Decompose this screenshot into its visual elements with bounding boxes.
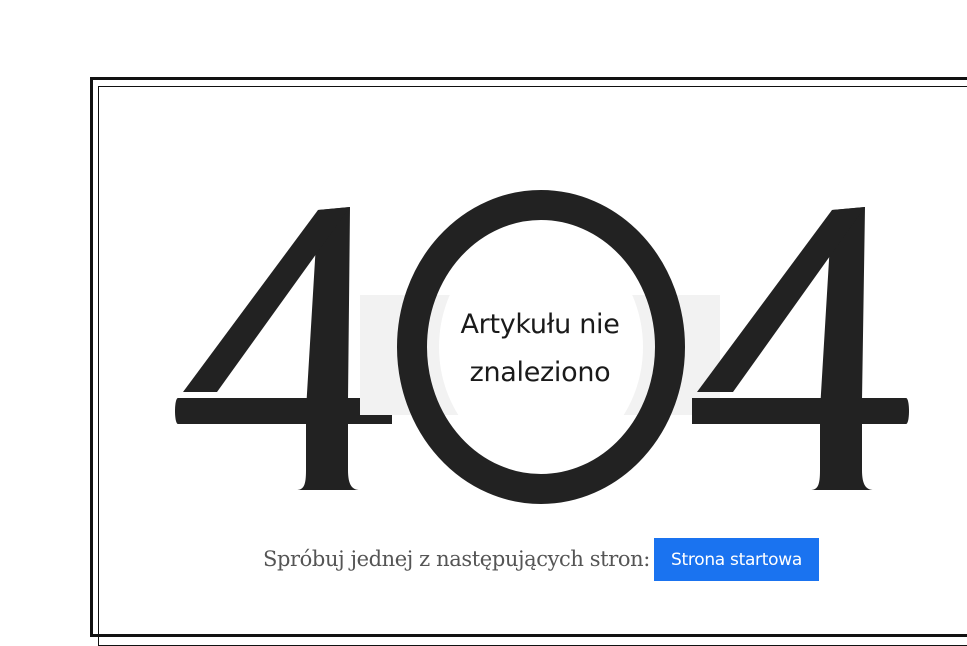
suggestions-row: Spróbuj jednej z następujących stron: St… [0,538,967,581]
home-page-button[interactable]: Strona startowa [654,538,819,581]
digit-zero [397,190,685,504]
digit-four-left [175,207,392,490]
page-title-line-1: Artykułu nie [460,309,620,340]
error-code-graphic [175,190,909,504]
digit-four-right [692,207,909,490]
page-title-line-2: znaleziono [469,357,611,388]
suggestions-prompt: Spróbuj jednej z następujących stron: [263,547,650,571]
